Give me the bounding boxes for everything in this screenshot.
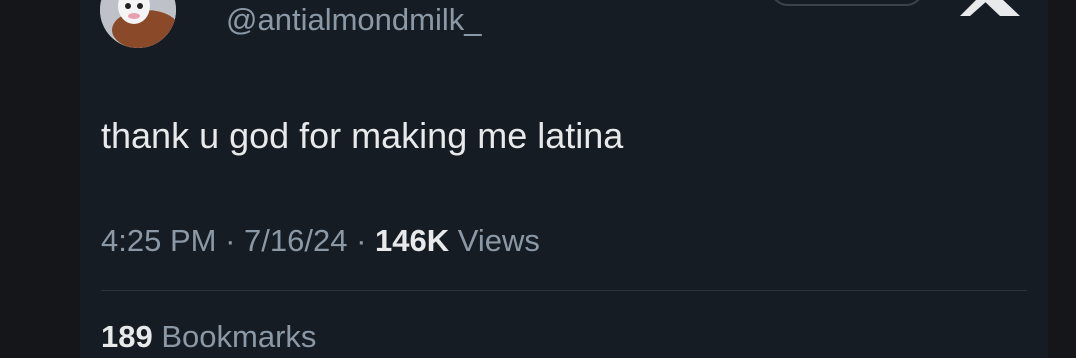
- views-label: Views: [457, 223, 540, 258]
- tweet-time[interactable]: 4:25 PM: [101, 223, 216, 258]
- author-handle[interactable]: @antialmondmilk_: [226, 0, 481, 40]
- divider: [101, 290, 1027, 291]
- x-logo-icon[interactable]: [952, 0, 1028, 16]
- tweet-meta: 4:25 PM · 7/16/24 · 146K Views: [101, 220, 540, 262]
- tweet-card: @antialmondmilk_ thank u god for making …: [80, 0, 1048, 358]
- meta-separator: ·: [225, 223, 236, 258]
- avatar[interactable]: [100, 0, 176, 48]
- bookmarks-stat[interactable]: 189 Bookmarks: [101, 316, 316, 358]
- tweet-date[interactable]: 7/16/24: [244, 223, 347, 258]
- follow-button[interactable]: [770, 0, 924, 6]
- tweet-text: thank u god for making me latina: [101, 115, 624, 156]
- meta-separator: ·: [356, 223, 367, 258]
- bookmarks-count: 189: [101, 319, 153, 354]
- screenshot-frame: @antialmondmilk_ thank u god for making …: [0, 0, 1076, 358]
- views-count: 146K: [375, 223, 450, 258]
- bookmarks-label: Bookmarks: [161, 319, 317, 354]
